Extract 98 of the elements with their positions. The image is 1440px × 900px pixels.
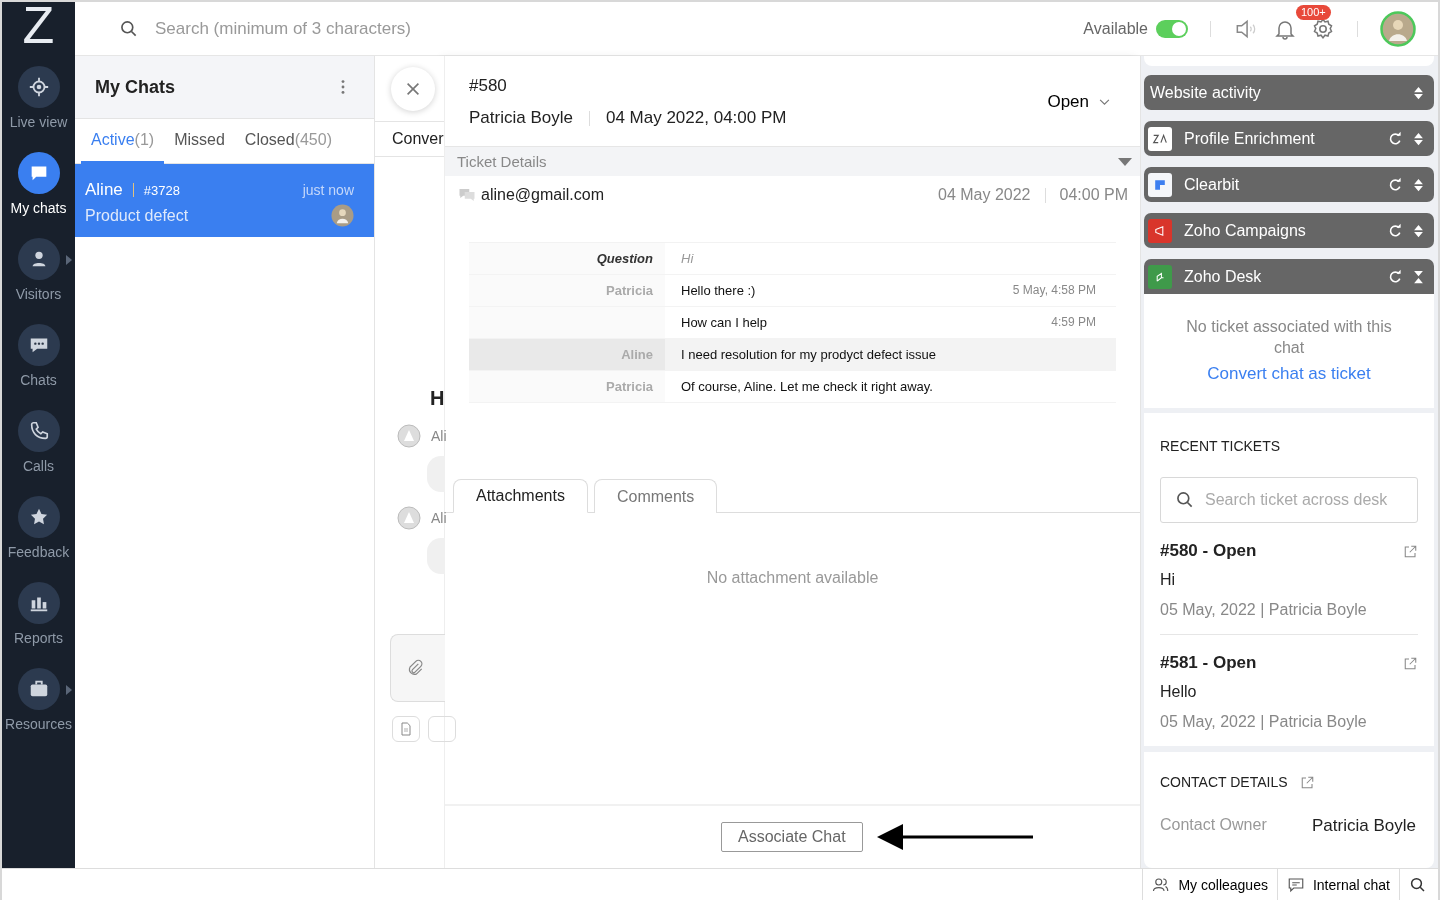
chat-tab[interactable]: Missed: [164, 119, 235, 164]
label-cell: Patricia: [469, 371, 665, 402]
integration-header[interactable]: Clearbit: [1144, 167, 1434, 202]
ticket-meta: 05 May, 2022 | Patricia Boyle: [1160, 713, 1368, 731]
ticket-tab[interactable]: Attachments: [453, 479, 588, 513]
convert-link[interactable]: Convert chat as ticket: [1207, 364, 1371, 384]
ticket-number: #580: [469, 76, 508, 96]
notification-badge: 100+: [1296, 4, 1331, 20]
associate-chat-button[interactable]: Associate Chat: [721, 822, 863, 852]
nav-item[interactable]: Reports: [2, 574, 75, 660]
nav-item[interactable]: Live view: [2, 58, 75, 144]
availability-toggle[interactable]: [1156, 19, 1188, 38]
integration-name: Zoho Campaigns: [1184, 221, 1307, 240]
ticket-datetime: 04 May 2022, 04:00 PM: [605, 108, 787, 128]
chat-id: #3728: [143, 182, 180, 198]
chat-tab[interactable]: Closed(450): [234, 119, 342, 164]
field-value: Patricia Boyle: [1312, 816, 1416, 836]
section-title: RECENT TICKETS: [1160, 438, 1281, 454]
sort-arrows-icon[interactable]: [1413, 177, 1424, 192]
integration-name: Profile Enrichment: [1184, 129, 1316, 148]
ticket-tab[interactable]: Comments: [593, 479, 718, 513]
ticket-title[interactable]: #580 - Open: [1160, 541, 1257, 561]
integration-header[interactable]: Website activity: [1144, 75, 1434, 110]
avatar: [397, 424, 421, 448]
target-icon: [27, 76, 50, 98]
avatar: [397, 506, 421, 530]
external-link-icon[interactable]: [1403, 655, 1418, 671]
conversation-heading: H: [430, 387, 445, 410]
empty-message: No ticket associated with this chat: [1185, 317, 1393, 358]
close-button[interactable]: [391, 67, 435, 111]
ticket-date: 04 May 2022: [938, 186, 1031, 204]
panel-title: My Chats: [95, 76, 175, 98]
nav-item[interactable]: My chats: [2, 144, 75, 230]
section-header[interactable]: Ticket Details: [445, 146, 1140, 176]
chat-item[interactable]: Aline #3728 just now Product defect: [75, 164, 374, 237]
message-icon: [1286, 875, 1305, 894]
message-time: 4:59 PM: [1051, 315, 1096, 331]
integration-header[interactable]: Zoho Desk: [1144, 259, 1434, 294]
sender-name: Ali: [431, 428, 447, 444]
ticket-subject: Hi: [1160, 571, 1177, 589]
nav-item[interactable]: Visitors: [2, 230, 75, 316]
integration-name: Website activity: [1150, 83, 1262, 102]
chat-time: just now: [302, 182, 354, 198]
nav-item[interactable]: Calls: [2, 402, 75, 488]
email-address: aline@gmail.com: [481, 186, 604, 204]
label-cell: Patricia: [469, 275, 665, 306]
integration-header[interactable]: Zoho Campaigns: [1144, 213, 1434, 248]
message-text: How can I help: [681, 315, 767, 332]
external-link-icon[interactable]: [1299, 774, 1315, 790]
search-icon: [1409, 875, 1427, 894]
refresh-icon[interactable]: [1387, 130, 1403, 147]
visitor-name: Aline: [85, 180, 123, 200]
sort-arrows-icon[interactable]: [1413, 85, 1424, 100]
close-icon: [404, 80, 422, 98]
ticket-time: 04:00 PM: [1059, 186, 1128, 204]
integration-name: Zoho Desk: [1184, 267, 1263, 286]
ticket-search-field[interactable]: Search ticket across desk: [1160, 477, 1418, 523]
section-title: Ticket Details: [457, 153, 547, 170]
message-time: 5 May, 4:58 PM: [1012, 283, 1096, 299]
nav-item[interactable]: Resources: [2, 660, 75, 746]
nav-item[interactable]: Chats: [2, 316, 75, 402]
label-cell: Aline: [469, 339, 665, 370]
integration-header[interactable]: Profile Enrichment: [1144, 121, 1434, 156]
message-text: I need resolution for my prodyct defect issue: [681, 347, 937, 364]
refresh-icon[interactable]: [1387, 268, 1403, 285]
chat-subject: Product defect: [85, 206, 189, 225]
conversation-tab[interactable]: Conver: [392, 130, 444, 147]
ticket-meta: 05 May, 2022 | Patricia Boyle: [1160, 601, 1368, 619]
collapse-icon[interactable]: [1413, 269, 1424, 284]
more-icon[interactable]: [340, 78, 346, 96]
sort-arrows-icon[interactable]: [1413, 223, 1424, 238]
external-link-icon[interactable]: [1403, 543, 1418, 559]
refresh-icon[interactable]: [1387, 222, 1403, 239]
user-avatar[interactable]: [1380, 10, 1416, 47]
empty-message: No attachment available: [706, 569, 879, 586]
chevron-down-icon: [1099, 98, 1110, 106]
logo: Z: [22, 2, 55, 56]
status-dropdown[interactable]: Open: [1041, 91, 1116, 113]
search-icon: [119, 18, 139, 39]
message-text: Hello there :): [681, 283, 756, 300]
nav-item[interactable]: Feedback: [2, 488, 75, 574]
sort-arrows-icon[interactable]: [1413, 131, 1424, 146]
refresh-icon[interactable]: [1387, 176, 1403, 193]
ticket-title[interactable]: #581 - Open: [1160, 653, 1257, 673]
contact-name: Patricia Boyle: [469, 108, 573, 128]
people-icon: [1152, 875, 1171, 894]
message-text: Hi: [681, 251, 694, 268]
message-text: Of course, Aline. Let me check it right away.: [681, 379, 933, 396]
chat-bubbles-icon: [457, 186, 477, 204]
section-title: CONTACT DETAILS: [1160, 774, 1288, 790]
document-icon: [398, 721, 414, 737]
field-label: Contact Owner: [1160, 816, 1268, 835]
sender-name: Ali: [431, 510, 447, 526]
avatar: [331, 204, 354, 227]
ticket-subject: Hello: [1160, 683, 1198, 701]
integration-name: Clearbit: [1184, 175, 1241, 194]
status-label: Available: [1083, 19, 1148, 38]
label-cell: Question: [469, 243, 665, 274]
